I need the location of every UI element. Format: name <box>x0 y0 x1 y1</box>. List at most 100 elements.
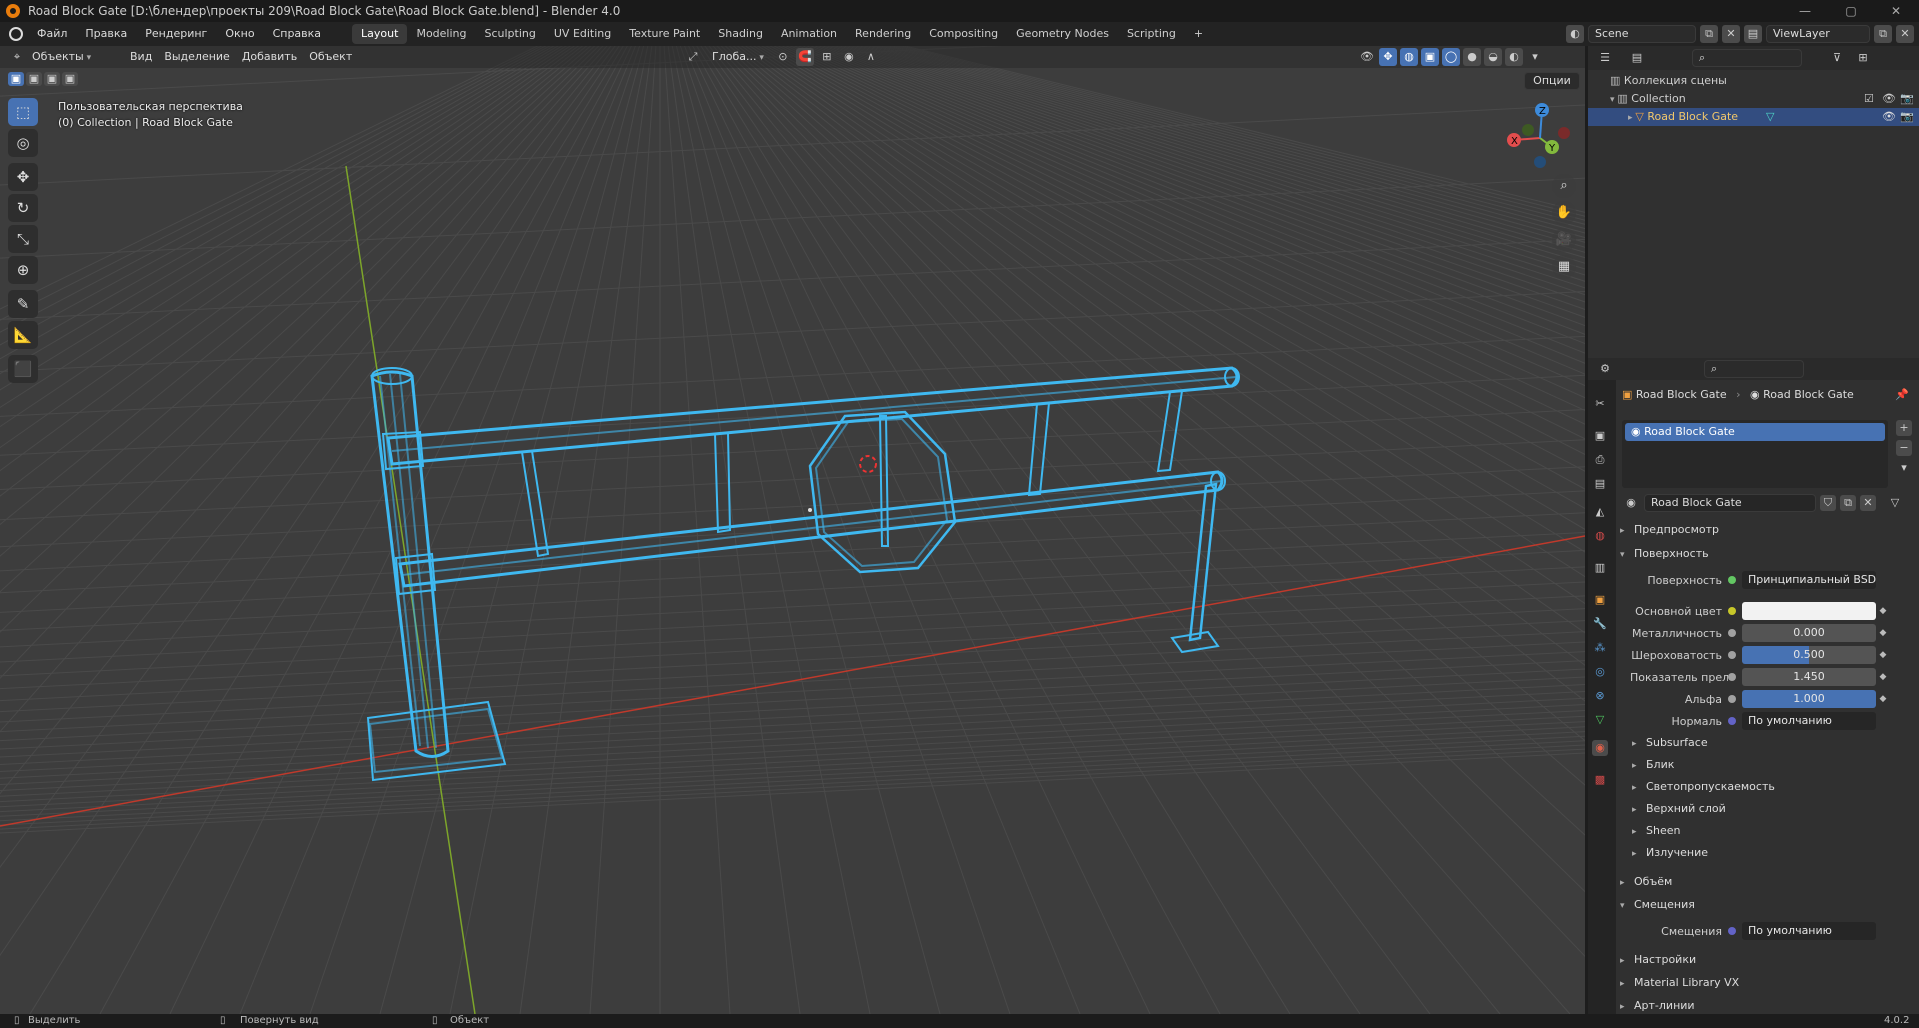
tab-geometry-nodes[interactable]: Geometry Nodes <box>1007 24 1118 44</box>
snap-icon[interactable]: 🧲 <box>795 48 814 66</box>
tab-sculpting[interactable]: Sculpting <box>476 24 545 44</box>
outliner-search-input[interactable]: ⌕ <box>1692 49 1802 67</box>
3d-viewport[interactable] <box>0 46 1585 1014</box>
new-collection-icon[interactable]: ⊞ <box>1854 49 1872 67</box>
orientation-selector[interactable]: Глоба... <box>706 48 770 66</box>
select-subtract-icon[interactable]: ▣ <box>44 72 60 86</box>
displacement-field[interactable]: По умолчанию <box>1742 922 1876 940</box>
unlink-material-icon[interactable]: ✕ <box>1860 495 1876 511</box>
zoom-icon[interactable]: ⌕ <box>1552 174 1576 198</box>
particles-props-icon[interactable]: ⁂ <box>1592 640 1608 656</box>
outliner-scene-collection[interactable]: ▥ Коллекция сцены <box>1588 72 1919 90</box>
shading-solid-icon[interactable]: ● <box>1463 48 1481 66</box>
material-props-icon[interactable]: ◉ <box>1592 740 1608 756</box>
minimize-button[interactable]: — <box>1782 0 1828 22</box>
menu-help[interactable]: Справка <box>264 22 330 46</box>
view-menu[interactable]: Вид <box>124 48 158 66</box>
keyframe-icon[interactable]: ◆ <box>1876 672 1890 682</box>
delete-scene-icon[interactable]: ✕ <box>1722 25 1740 43</box>
material-link-icon[interactable]: ▽ <box>1886 494 1904 512</box>
pivot-icon[interactable]: ⊙ <box>774 48 792 66</box>
tab-shading[interactable]: Shading <box>709 24 772 44</box>
scene-icon[interactable]: ◐ <box>1566 25 1584 43</box>
view-layer-props-icon[interactable]: ▤ <box>1592 476 1608 492</box>
section-line-art[interactable]: ▸ Арт-линии <box>1620 996 1916 1014</box>
close-button[interactable]: ✕ <box>1873 0 1919 22</box>
move-icon[interactable]: ✥ <box>8 163 38 191</box>
measure-icon[interactable]: 📐 <box>8 321 38 349</box>
new-view-layer-icon[interactable]: ⧉ <box>1874 25 1892 43</box>
menu-edit[interactable]: Правка <box>76 22 136 46</box>
object-props-icon[interactable]: ▣ <box>1592 592 1608 608</box>
scene-props-icon[interactable]: ◭ <box>1592 504 1608 520</box>
ior-field[interactable]: 1.450 <box>1742 668 1876 686</box>
tab-uv-editing[interactable]: UV Editing <box>545 24 620 44</box>
new-scene-icon[interactable]: ⧉ <box>1700 25 1718 43</box>
outliner-object-row[interactable]: ▸ ▽ Road Block Gate ▽ 👁 📷 <box>1588 108 1919 126</box>
keyframe-icon[interactable]: ◆ <box>1876 628 1890 638</box>
view-layer-icon[interactable]: ▤ <box>1744 25 1762 43</box>
remove-slot-icon[interactable]: − <box>1896 440 1912 456</box>
browse-material-icon[interactable]: ◉ <box>1622 494 1640 512</box>
object-visibility-icon[interactable]: 👁 <box>1882 108 1896 126</box>
subpanel-1[interactable]: ▸ Блик <box>1632 755 1919 775</box>
view-layer-field[interactable]: ViewLayer <box>1766 25 1870 43</box>
tab-texture-paint[interactable]: Texture Paint <box>620 24 709 44</box>
annotate-icon[interactable]: ✎ <box>8 290 38 318</box>
snap-target-icon[interactable]: ⊞ <box>818 48 836 66</box>
add-workspace-button[interactable]: + <box>1185 24 1212 44</box>
subpanel-0[interactable]: ▸ Subsurface <box>1632 733 1919 753</box>
outliner-collection[interactable]: ▾ ▥ Collection ☑ 👁 📷 <box>1588 90 1919 108</box>
visibility-icon[interactable]: 👁 <box>1358 48 1376 66</box>
normal-field[interactable]: По умолчанию <box>1742 712 1876 730</box>
shading-material-icon[interactable]: ◒ <box>1484 48 1502 66</box>
select-menu[interactable]: Выделение <box>158 48 236 66</box>
select-extend-icon[interactable]: ▣ <box>26 72 42 86</box>
section-surface[interactable]: ▾ Поверхность <box>1620 544 1916 564</box>
tool-props-icon[interactable]: ✂ <box>1592 396 1608 412</box>
duplicate-material-icon[interactable]: ⧉ <box>1840 495 1856 511</box>
tab-layout[interactable]: Layout <box>352 24 408 44</box>
properties-editor-icon[interactable]: ⚙ <box>1596 360 1614 378</box>
tab-compositing[interactable]: Compositing <box>920 24 1007 44</box>
object-menu[interactable]: Объект <box>303 48 358 66</box>
xray-toggle-icon[interactable]: ▣ <box>1421 48 1439 66</box>
material-slot-item[interactable]: ◉ Road Block Gate <box>1625 423 1885 441</box>
pin-icon[interactable]: 📌 <box>1895 388 1909 401</box>
roughness-slider[interactable]: 0.500 <box>1742 646 1876 664</box>
keyframe-icon[interactable]: ◆ <box>1876 650 1890 660</box>
menu-window[interactable]: Окно <box>216 22 263 46</box>
tab-rendering[interactable]: Rendering <box>846 24 920 44</box>
proportional-icon[interactable]: ◉ <box>840 48 858 66</box>
outliner-editor-icon[interactable]: ☰ <box>1596 49 1614 67</box>
keyframe-icon[interactable]: ◆ <box>1876 694 1890 704</box>
shading-wireframe-icon[interactable]: ◯ <box>1442 48 1460 66</box>
slot-specials-icon[interactable]: ▾ <box>1896 460 1912 476</box>
overlay-toggle-icon[interactable]: ◍ <box>1400 48 1418 66</box>
orientation-icon[interactable]: ⤢ <box>684 48 702 66</box>
scene-field[interactable]: Scene <box>1588 25 1696 43</box>
constraints-props-icon[interactable]: ⊗ <box>1592 688 1608 704</box>
transform-icon[interactable]: ⊕ <box>8 256 38 284</box>
world-props-icon[interactable]: ◍ <box>1592 528 1608 544</box>
falloff-icon[interactable]: ∧ <box>862 48 880 66</box>
display-mode-icon[interactable]: ▤ <box>1628 49 1646 67</box>
delete-view-layer-icon[interactable]: ✕ <box>1896 25 1914 43</box>
toggle-ortho-icon[interactable]: ▦ <box>1552 255 1576 279</box>
camera-view-icon[interactable]: 🎥 <box>1552 228 1576 252</box>
options-button[interactable]: Опции <box>1524 72 1580 90</box>
maximize-button[interactable]: ▢ <box>1828 0 1874 22</box>
add-slot-icon[interactable]: + <box>1896 420 1912 436</box>
select-new-icon[interactable]: ▣ <box>8 72 24 86</box>
mode-selector[interactable]: Объекты <box>26 48 124 66</box>
collection-props-icon[interactable]: ▥ <box>1592 560 1608 576</box>
menu-file[interactable]: Файл <box>28 22 76 46</box>
properties-search-input[interactable]: ⌕ <box>1704 360 1804 378</box>
section-volume[interactable]: ▸ Объём <box>1620 872 1916 892</box>
data-props-icon[interactable]: ▽ <box>1592 712 1608 728</box>
navigation-gizmo[interactable]: X Y Z <box>1500 100 1580 172</box>
section-settings[interactable]: ▸ Настройки <box>1620 950 1916 970</box>
add-cube-icon[interactable]: ⬛ <box>8 355 38 383</box>
shading-rendered-icon[interactable]: ◐ <box>1505 48 1523 66</box>
physics-props-icon[interactable]: ◎ <box>1592 664 1608 680</box>
